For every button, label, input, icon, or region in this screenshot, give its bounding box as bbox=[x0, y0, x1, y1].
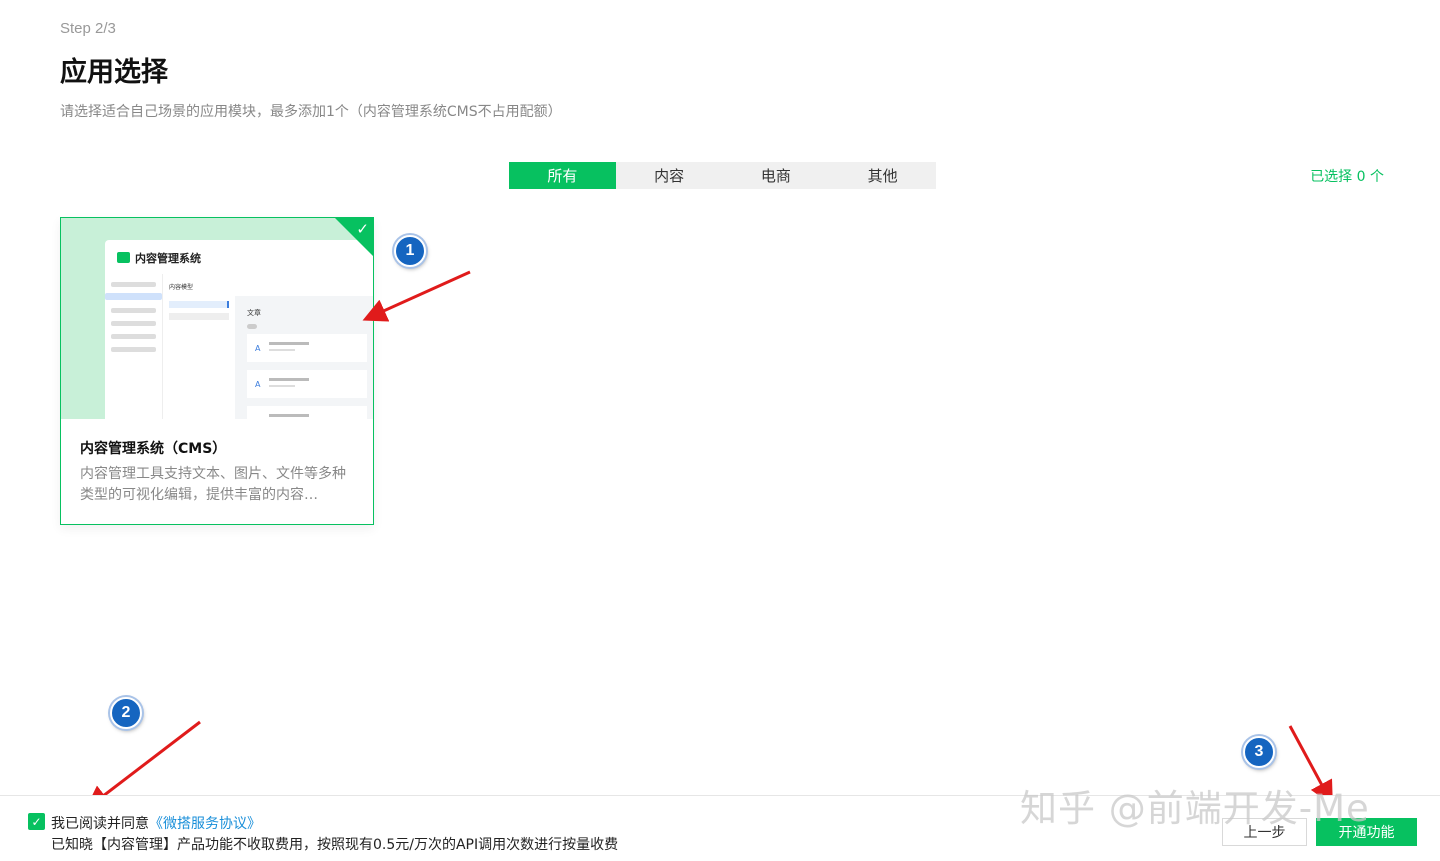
check-icon: ✓ bbox=[356, 220, 369, 238]
tab-content[interactable]: 内容 bbox=[616, 162, 723, 189]
arrow-to-card bbox=[362, 270, 471, 322]
tab-ecommerce[interactable]: 电商 bbox=[723, 162, 830, 189]
mock-detail-panel: 文章 A A ▭ bbox=[235, 296, 373, 419]
agree-checkbox[interactable]: ✓ bbox=[28, 813, 45, 830]
mock-field: A bbox=[247, 334, 367, 362]
page-title: 应用选择 bbox=[60, 57, 168, 88]
tab-all[interactable]: 所有 bbox=[509, 162, 616, 189]
mock-model-list: 内容模型 bbox=[169, 278, 229, 419]
step-marker-2: 2 bbox=[110, 697, 142, 729]
mock-field: ▭ bbox=[247, 406, 367, 419]
arrow-to-checkbox bbox=[85, 720, 201, 810]
step-marker-1: 1 bbox=[394, 235, 426, 267]
agree-text: 我已阅读并同意 bbox=[51, 816, 149, 832]
card-preview-image: 内容管理系统 内容模型 文章 A A ▭ ✓ bbox=[61, 218, 373, 419]
selected-count: 已选择 0 个 bbox=[1310, 169, 1384, 185]
category-tabs: 所有 内容 电商 其他 bbox=[509, 162, 936, 189]
cms-preview-mockup: 内容管理系统 内容模型 文章 A A ▭ bbox=[105, 240, 373, 419]
agree-label: 我已阅读并同意《微搭服务协议》 bbox=[51, 813, 261, 833]
step-marker-3: 3 bbox=[1243, 736, 1275, 768]
folder-icon bbox=[117, 252, 130, 263]
app-card-cms[interactable]: 内容管理系统 内容模型 文章 A A ▭ ✓ 内容管理系统（CMS） 内容管理工… bbox=[60, 217, 374, 525]
fee-notice: 已知晓【内容管理】产品功能不收取费用，按照现有0.5元/万次的API调用次数进行… bbox=[51, 837, 619, 853]
mock-app-title: 内容管理系统 bbox=[135, 252, 201, 265]
text-field-icon: A bbox=[255, 380, 261, 389]
mock-field: A bbox=[247, 370, 367, 398]
text-field-icon: A bbox=[255, 344, 261, 353]
check-icon: ✓ bbox=[31, 814, 42, 829]
tab-other[interactable]: 其他 bbox=[829, 162, 936, 189]
mock-column-header: 内容模型 bbox=[169, 284, 194, 291]
card-description: 内容管理工具支持文本、图片、文件等多种类型的可视化编辑，提供丰富的内容… bbox=[80, 466, 346, 503]
mock-panel-title: 文章 bbox=[247, 309, 261, 317]
mock-sidebar bbox=[105, 274, 163, 419]
card-title: 内容管理系统（CMS） bbox=[80, 441, 227, 457]
step-indicator: Step 2/3 bbox=[60, 20, 116, 37]
page-subtitle: 请选择适合自己场景的应用模块，最多添加1个（内容管理系统CMS不占用配额） bbox=[60, 104, 562, 120]
agreement-link[interactable]: 《微搭服务协议》 bbox=[149, 816, 261, 832]
watermark: 知乎 @前端开发-Me bbox=[1020, 787, 1370, 830]
